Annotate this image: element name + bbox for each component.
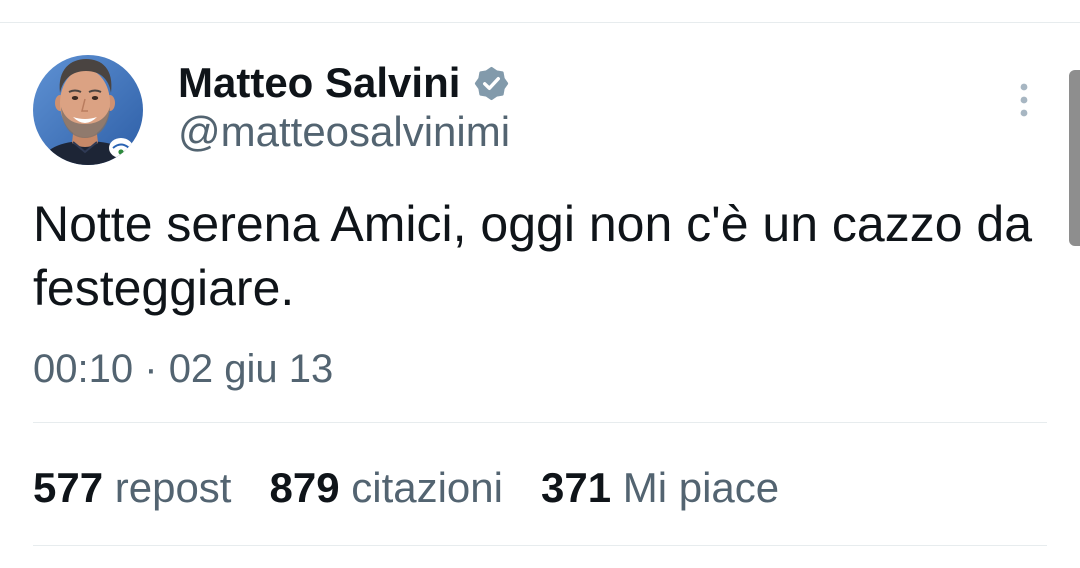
more-vertical-icon [1020,83,1028,117]
top-divider [0,22,1080,23]
scrollbar-thumb[interactable] [1069,70,1080,246]
tweet-stats: 577 repost 879 citazioni 371 Mi piace [33,463,779,513]
more-dot [1020,109,1028,117]
stat-likes[interactable]: 371 Mi piace [541,463,779,513]
stat-count: 371 [540,464,612,511]
avatar-shirt-logo [109,138,133,158]
stats-divider-top [33,422,1047,423]
verified-badge-icon[interactable] [473,65,510,102]
stat-label: repost [114,464,232,511]
timestamp-date: 02 giu 13 [168,347,334,391]
more-options-button[interactable] [1006,80,1042,120]
avatar[interactable] [33,55,143,165]
stat-count: 577 [33,464,104,511]
timestamp-separator: · [144,347,158,391]
stat-label: citazioni [351,464,503,511]
stat-label: Mi piace [622,464,780,511]
author-name-row: Matteo Salvini [178,58,510,108]
author-name[interactable]: Matteo Salvini [178,58,460,108]
timestamp-time: 00:10 [33,347,134,391]
more-dot [1020,96,1028,104]
stat-quotes[interactable]: 879 citazioni [269,463,503,513]
avatar-logo-dot [118,149,124,155]
more-dot [1020,83,1028,91]
author-handle[interactable]: @matteosalvinimi [178,107,510,157]
tweet-text: Notte serena Amici, oggi non c'è un cazz… [33,196,1033,316]
tweet-timestamp[interactable]: 00:10 · 02 giu 13 [33,345,333,393]
avatar-eye-right [91,96,99,100]
stats-divider-bottom [33,545,1047,546]
avatar-eye-left [71,96,79,100]
stat-reposts[interactable]: 577 repost [33,463,231,513]
stat-count: 879 [269,464,340,511]
avatar-photo [33,55,143,165]
